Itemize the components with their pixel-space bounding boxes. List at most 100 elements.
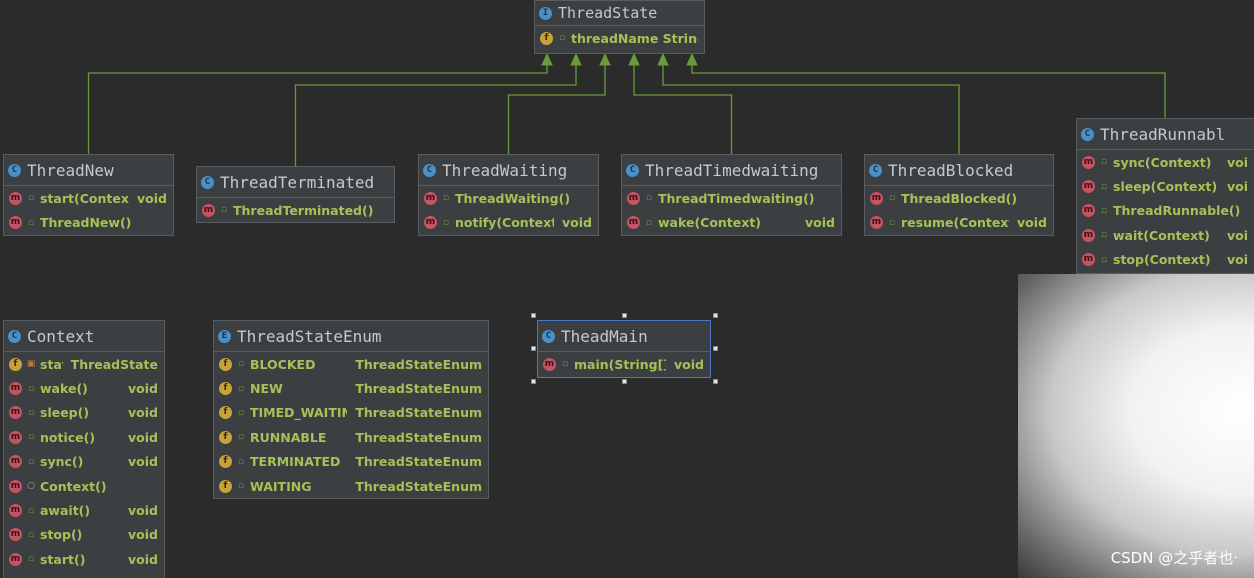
method-row[interactable]: m ▫ start() void bbox=[4, 547, 164, 571]
member-type: void bbox=[128, 551, 158, 567]
member-type: voi bbox=[1226, 154, 1248, 170]
member-name: sync() bbox=[40, 454, 84, 470]
member-name: TIMED_WAITING bbox=[250, 405, 347, 421]
method-row[interactable]: m ▫ stop() void bbox=[4, 523, 164, 547]
method-row[interactable]: m ○ Context() bbox=[4, 474, 164, 498]
member-name: ThreadNew() bbox=[40, 215, 132, 231]
resize-handle[interactable] bbox=[531, 313, 536, 318]
public-access-icon: ▫ bbox=[27, 456, 35, 467]
method-row[interactable]: m ▫ wake() void bbox=[4, 376, 164, 400]
field-icon: f bbox=[219, 455, 232, 469]
field-row[interactable]: f ▫ RUNNABLE ThreadStateEnum bbox=[214, 425, 488, 449]
class-box-threadstate[interactable]: I ThreadState f ▫ threadName String bbox=[534, 0, 705, 54]
resize-handle[interactable] bbox=[713, 379, 718, 384]
resize-handle[interactable] bbox=[713, 313, 718, 318]
method-row[interactable]: m ▫ ThreadBlocked() bbox=[865, 186, 1053, 210]
edge-threadTimedwaiting bbox=[633, 64, 733, 154]
public-access-icon: ▫ bbox=[27, 217, 35, 228]
member-name: ThreadTimedwaiting() bbox=[658, 190, 815, 206]
member-name: sleep(Context) bbox=[1113, 179, 1218, 195]
field-row[interactable]: f ▣ state ThreadState bbox=[4, 352, 164, 376]
field-row[interactable]: f ▫ WAITING ThreadStateEnum bbox=[214, 474, 488, 498]
class-box-threadwaiting[interactable]: C ThreadWaiting m ▫ ThreadWaiting() m ▫ notif… bbox=[418, 154, 599, 236]
class-title: ThreadState bbox=[558, 4, 658, 22]
method-row[interactable]: m ▫ wake(Context) void bbox=[622, 210, 841, 234]
method-row[interactable]: m ▫ ThreadTerminated() bbox=[197, 198, 394, 222]
edge-threadBlocked bbox=[662, 64, 960, 154]
member-type: ThreadState bbox=[70, 356, 158, 372]
resize-handle[interactable] bbox=[531, 346, 536, 351]
method-row[interactable]: m ▫ start(Context) void bbox=[4, 186, 173, 210]
method-icon: m bbox=[9, 552, 22, 566]
class-box-threadtimedwaiting[interactable]: C ThreadTimedwaiting m ▫ ThreadTimedwaitin… bbox=[621, 154, 842, 236]
member-name: resume(Context) bbox=[901, 215, 1010, 231]
class-title: ThreadStateEnum bbox=[237, 326, 382, 346]
blurred-region bbox=[1018, 274, 1254, 578]
method-icon: m bbox=[870, 216, 883, 230]
member-type: ThreadStateEnum bbox=[355, 381, 482, 397]
field-row[interactable]: f ▫ TERMINATED ThreadStateEnum bbox=[214, 450, 488, 474]
class-box-threadrunnable[interactable]: C ThreadRunnabl m ▫ sync(Context) voi m ▫ slee… bbox=[1076, 118, 1254, 274]
resize-handle[interactable] bbox=[622, 379, 627, 384]
private-access-icon: ▣ bbox=[26, 359, 36, 370]
public-access-icon: ▫ bbox=[237, 359, 245, 370]
member-name: await() bbox=[40, 503, 91, 519]
class-title: Context bbox=[27, 326, 95, 346]
member-name: WAITING bbox=[250, 478, 312, 494]
field-row[interactable]: f ▫ threadName String bbox=[535, 26, 704, 50]
resize-handle[interactable] bbox=[713, 346, 718, 351]
method-row[interactable]: m ▫ ThreadTimedwaiting() bbox=[622, 186, 841, 210]
method-row[interactable]: m ▫ sync() void bbox=[4, 450, 164, 474]
class-header: C TheadMain bbox=[538, 321, 710, 352]
method-row[interactable]: m ▫ ThreadNew() bbox=[4, 210, 173, 234]
resize-handle[interactable] bbox=[622, 313, 627, 318]
member-type: void bbox=[805, 215, 835, 231]
public-access-icon: ▫ bbox=[27, 554, 35, 565]
member-name: notice() bbox=[40, 429, 96, 445]
public-access-icon: ▫ bbox=[237, 407, 245, 418]
method-row[interactable]: m ▫ notice() void bbox=[4, 425, 164, 449]
class-icon: C bbox=[626, 163, 639, 177]
class-box-threadblocked[interactable]: C ThreadBlocked m ▫ ThreadBlocked() m ▫ resum… bbox=[864, 154, 1054, 236]
field-icon: f bbox=[540, 31, 553, 45]
method-row[interactable]: m ▫ main(String[]) void bbox=[538, 352, 710, 376]
public-access-icon: ▫ bbox=[27, 505, 35, 516]
method-icon: m bbox=[9, 479, 22, 493]
method-row[interactable]: m ▫ stop(Context) voi bbox=[1077, 248, 1254, 272]
class-icon: C bbox=[8, 329, 21, 343]
field-row[interactable]: f ▫ BLOCKED ThreadStateEnum bbox=[214, 352, 488, 376]
method-row[interactable]: m ▫ sleep(Context) voi bbox=[1077, 174, 1254, 198]
method-icon: m bbox=[9, 430, 22, 444]
class-box-threadnew[interactable]: C ThreadNew m ▫ start(Context) void m ▫ Thread… bbox=[3, 154, 174, 236]
field-row[interactable]: f ▫ NEW ThreadStateEnum bbox=[214, 376, 488, 400]
class-box-context[interactable]: C Context f ▣ state ThreadState m ▫ wake() void… bbox=[3, 320, 165, 578]
member-name: ThreadRunnable() bbox=[1113, 203, 1241, 219]
method-icon: m bbox=[9, 406, 22, 420]
field-icon: f bbox=[219, 406, 232, 420]
method-row[interactable]: m ▫ ThreadWaiting() bbox=[419, 186, 598, 210]
method-icon: m bbox=[1082, 204, 1095, 218]
field-row[interactable]: f ▫ TIMED_WAITING ThreadStateEnum bbox=[214, 401, 488, 425]
public-access-icon: ▫ bbox=[237, 383, 245, 394]
class-box-threadterminated[interactable]: C ThreadTerminated m ▫ ThreadTerminated() bbox=[196, 166, 395, 223]
method-row[interactable]: m ▫ resume(Context) void bbox=[865, 210, 1053, 234]
class-title: ThreadTerminated bbox=[220, 172, 375, 192]
method-icon: m bbox=[9, 191, 22, 205]
method-row[interactable]: m ▫ sleep() void bbox=[4, 401, 164, 425]
member-type: voi bbox=[1226, 252, 1248, 268]
class-box-threadstateenum[interactable]: E ThreadStateEnum f ▫ BLOCKED ThreadStateEn… bbox=[213, 320, 489, 499]
method-row[interactable]: m ▫ wait(Context) voi bbox=[1077, 223, 1254, 247]
method-row[interactable]: m ▫ sync(Context) voi bbox=[1077, 150, 1254, 174]
class-title: ThreadNew bbox=[27, 160, 114, 180]
method-row[interactable]: m ▫ await() void bbox=[4, 498, 164, 522]
resize-handle[interactable] bbox=[531, 379, 536, 384]
class-title: TheadMain bbox=[561, 326, 648, 346]
method-icon: m bbox=[9, 216, 22, 230]
class-header: C ThreadTerminated bbox=[197, 167, 394, 198]
method-icon: m bbox=[9, 528, 22, 542]
member-type: ThreadStateEnum bbox=[355, 405, 482, 421]
member-name: notify(Context) bbox=[455, 215, 555, 231]
method-row[interactable]: m ▫ ThreadRunnable() bbox=[1077, 199, 1254, 223]
class-box-theadmain[interactable]: C TheadMain m ▫ main(String[]) void bbox=[537, 320, 711, 378]
method-row[interactable]: m ▫ notify(Context) void bbox=[419, 210, 598, 234]
